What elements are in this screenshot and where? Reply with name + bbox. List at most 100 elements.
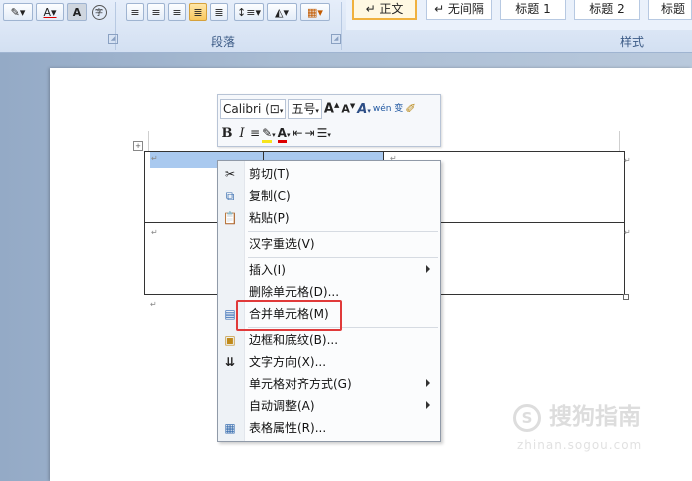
watermark-url: zhinan.sogou.com <box>517 438 643 452</box>
text-direction-icon: ⇊ <box>224 355 236 369</box>
character-shading-button[interactable]: A <box>67 3 87 21</box>
borders-button[interactable]: ▦▾ <box>300 3 330 21</box>
highlighter-icon: ✎ <box>262 126 273 143</box>
menu-item-paste[interactable]: 📋 粘贴(P) <box>218 207 440 229</box>
menu-item-label: 单元格对齐方式(G) <box>249 377 352 391</box>
font-color-button[interactable]: A▾ <box>36 3 64 21</box>
ribbon: ✎▾ A▾ A 字 ≡ ≡ ≡ ≣ ≣ ↕≡▾ ◭▾ ▦▾ ◢ 段落 ◢ ↵ 正… <box>0 0 692 53</box>
style-heading-1[interactable]: 标题 1 <box>500 0 566 20</box>
align-left-button[interactable]: ≡ <box>126 3 144 21</box>
styles-group-label: 样式 <box>620 35 645 49</box>
menu-item-label: 插入(I) <box>249 263 286 277</box>
table-properties-icon: ▦ <box>224 421 236 435</box>
menu-item-label: 文字方向(X)... <box>249 355 327 369</box>
highlighter-icon: ✎▾ <box>10 5 26 19</box>
styles-button[interactable]: A▾ <box>357 102 371 117</box>
menu-item-insert[interactable]: 插入(I) <box>218 259 440 281</box>
decrease-indent-button[interactable]: ⇤ <box>292 126 302 140</box>
align-center-button[interactable]: ≡ <box>147 3 165 21</box>
style-heading-2[interactable]: 标题 2 <box>574 0 640 20</box>
justify-button[interactable]: ≣ <box>189 3 207 21</box>
table-move-handle[interactable]: + <box>133 141 143 151</box>
menu-item-table-properties[interactable]: ▦ 表格属性(R)... <box>218 417 440 439</box>
submenu-arrow-icon <box>426 265 430 273</box>
shrink-font-icon: A <box>341 102 350 116</box>
menu-item-label: 删除单元格(D)... <box>249 285 340 299</box>
shading-button[interactable]: ◭▾ <box>267 3 297 21</box>
highlight-color-button[interactable]: ✎▾ <box>3 3 33 21</box>
watermark-brand: 搜狗指南 <box>549 404 642 430</box>
copy-icon: ⧉ <box>225 189 235 203</box>
font-dialog-launcher[interactable]: ◢ <box>108 34 118 44</box>
highlight-button[interactable]: ✎▾ <box>262 126 276 143</box>
center-align-button[interactable]: ≡ <box>250 126 260 140</box>
mini-toolbar: Calibri (⊡▾ 五号▾ A▲ A▼ A▾ wén 变 ✐ B I ≡ ✎… <box>217 94 441 147</box>
end-of-cell-mark: ↵ <box>151 228 158 237</box>
menu-item-text-direction[interactable]: ⇊ 文字方向(X)... <box>218 351 440 373</box>
font-color-icon: A▾ <box>43 5 57 19</box>
paint-bucket-icon: ◭▾ <box>275 5 289 19</box>
paragraph-dialog-launcher[interactable]: ◢ <box>331 34 341 44</box>
font-name-select[interactable]: Calibri (⊡▾ <box>220 99 287 119</box>
align-right-button[interactable]: ≡ <box>168 3 186 21</box>
end-of-row-mark: ↵ <box>624 156 631 165</box>
menu-item-cell-alignment[interactable]: 单元格对齐方式(G) <box>218 373 440 395</box>
font-size-select[interactable]: 五号▾ <box>288 99 322 119</box>
submenu-arrow-icon <box>426 379 430 387</box>
menu-item-label: 边框和底纹(B)... <box>249 333 339 347</box>
font-name-value: Calibri (⊡ <box>223 102 280 116</box>
menu-item-label: 表格属性(R)... <box>249 421 327 435</box>
border-grid-icon: ▦▾ <box>307 5 323 19</box>
style-normal[interactable]: ↵ 正文 <box>352 0 417 20</box>
justify-icon: ≣ <box>193 5 203 19</box>
distributed-button[interactable]: ≣ <box>210 3 228 21</box>
line-spacing-icon: ↕≡▾ <box>237 5 261 19</box>
line-spacing-button[interactable]: ↕≡▾ <box>234 3 264 21</box>
menu-item-label: 自动调整(A) <box>249 399 315 413</box>
align-right-icon: ≡ <box>172 5 182 19</box>
style-no-spacing[interactable]: ↵ 无间隔 <box>426 0 492 20</box>
table-resize-handle[interactable] <box>623 294 629 300</box>
styles-gallery: ↵ 正文 ↵ 无间隔 标题 1 标题 2 标题 <box>346 0 692 30</box>
bullet-list-icon: ☰ <box>316 126 328 140</box>
shrink-font-button[interactable]: A▼ <box>341 102 355 116</box>
increase-indent-button[interactable]: ⇥ <box>305 126 315 140</box>
decrease-indent-icon: ⇤ <box>292 126 303 140</box>
menu-item-autofit[interactable]: 自动调整(A) <box>218 395 440 417</box>
menu-item-label: 汉字重选(V) <box>249 237 315 251</box>
scissors-icon: ✂ <box>224 167 236 181</box>
styles-icon: A <box>357 101 368 117</box>
chevron-down-icon: ▾ <box>279 107 284 115</box>
bullets-button[interactable]: ☰▾ <box>317 126 331 140</box>
menu-item-copy[interactable]: ⧉ 复制(C) <box>218 185 440 207</box>
font-color-icon: A <box>277 126 287 143</box>
format-painter-icon[interactable]: ✐ <box>405 102 416 117</box>
italic-button[interactable]: I <box>236 126 248 141</box>
menu-item-borders-shading[interactable]: ▣ 边框和底纹(B)... <box>218 329 440 351</box>
grow-font-icon: A <box>323 101 334 117</box>
align-center-icon: ≡ <box>151 5 161 19</box>
menu-item-cut[interactable]: ✂ 剪切(T) <box>218 163 440 185</box>
enclose-characters-icon: 字 <box>91 4 107 20</box>
distributed-icon: ≣ <box>214 5 224 19</box>
chevron-down-icon: ▾ <box>315 107 319 115</box>
merge-cells-highlight-box <box>236 300 342 331</box>
font-color-button[interactable]: A▾ <box>277 126 290 143</box>
increase-indent-icon: ⇥ <box>304 126 315 140</box>
paragraph-mark: ↵ <box>150 300 157 309</box>
bold-button[interactable]: B <box>220 126 234 141</box>
menu-item-label: 剪切(T) <box>249 167 290 181</box>
borders-icon: ▣ <box>224 333 236 347</box>
menu-item-label: 粘贴(P) <box>249 211 290 225</box>
style-heading[interactable]: 标题 <box>648 0 692 20</box>
submenu-arrow-icon <box>426 401 430 409</box>
enclose-characters-button[interactable]: 字 <box>89 3 109 21</box>
phonetic-guide-button[interactable]: wén 变 <box>373 104 403 114</box>
character-shading-icon: A <box>72 5 82 19</box>
grow-font-button[interactable]: A▲ <box>324 101 339 116</box>
end-of-row-mark: ↵ <box>624 228 631 237</box>
menu-item-reconvert[interactable]: 汉字重选(V) <box>218 233 440 255</box>
end-of-cell-mark: ↵ <box>151 154 158 163</box>
align-center-icon: ≡ <box>250 126 261 140</box>
font-size-value: 五号 <box>291 102 316 116</box>
